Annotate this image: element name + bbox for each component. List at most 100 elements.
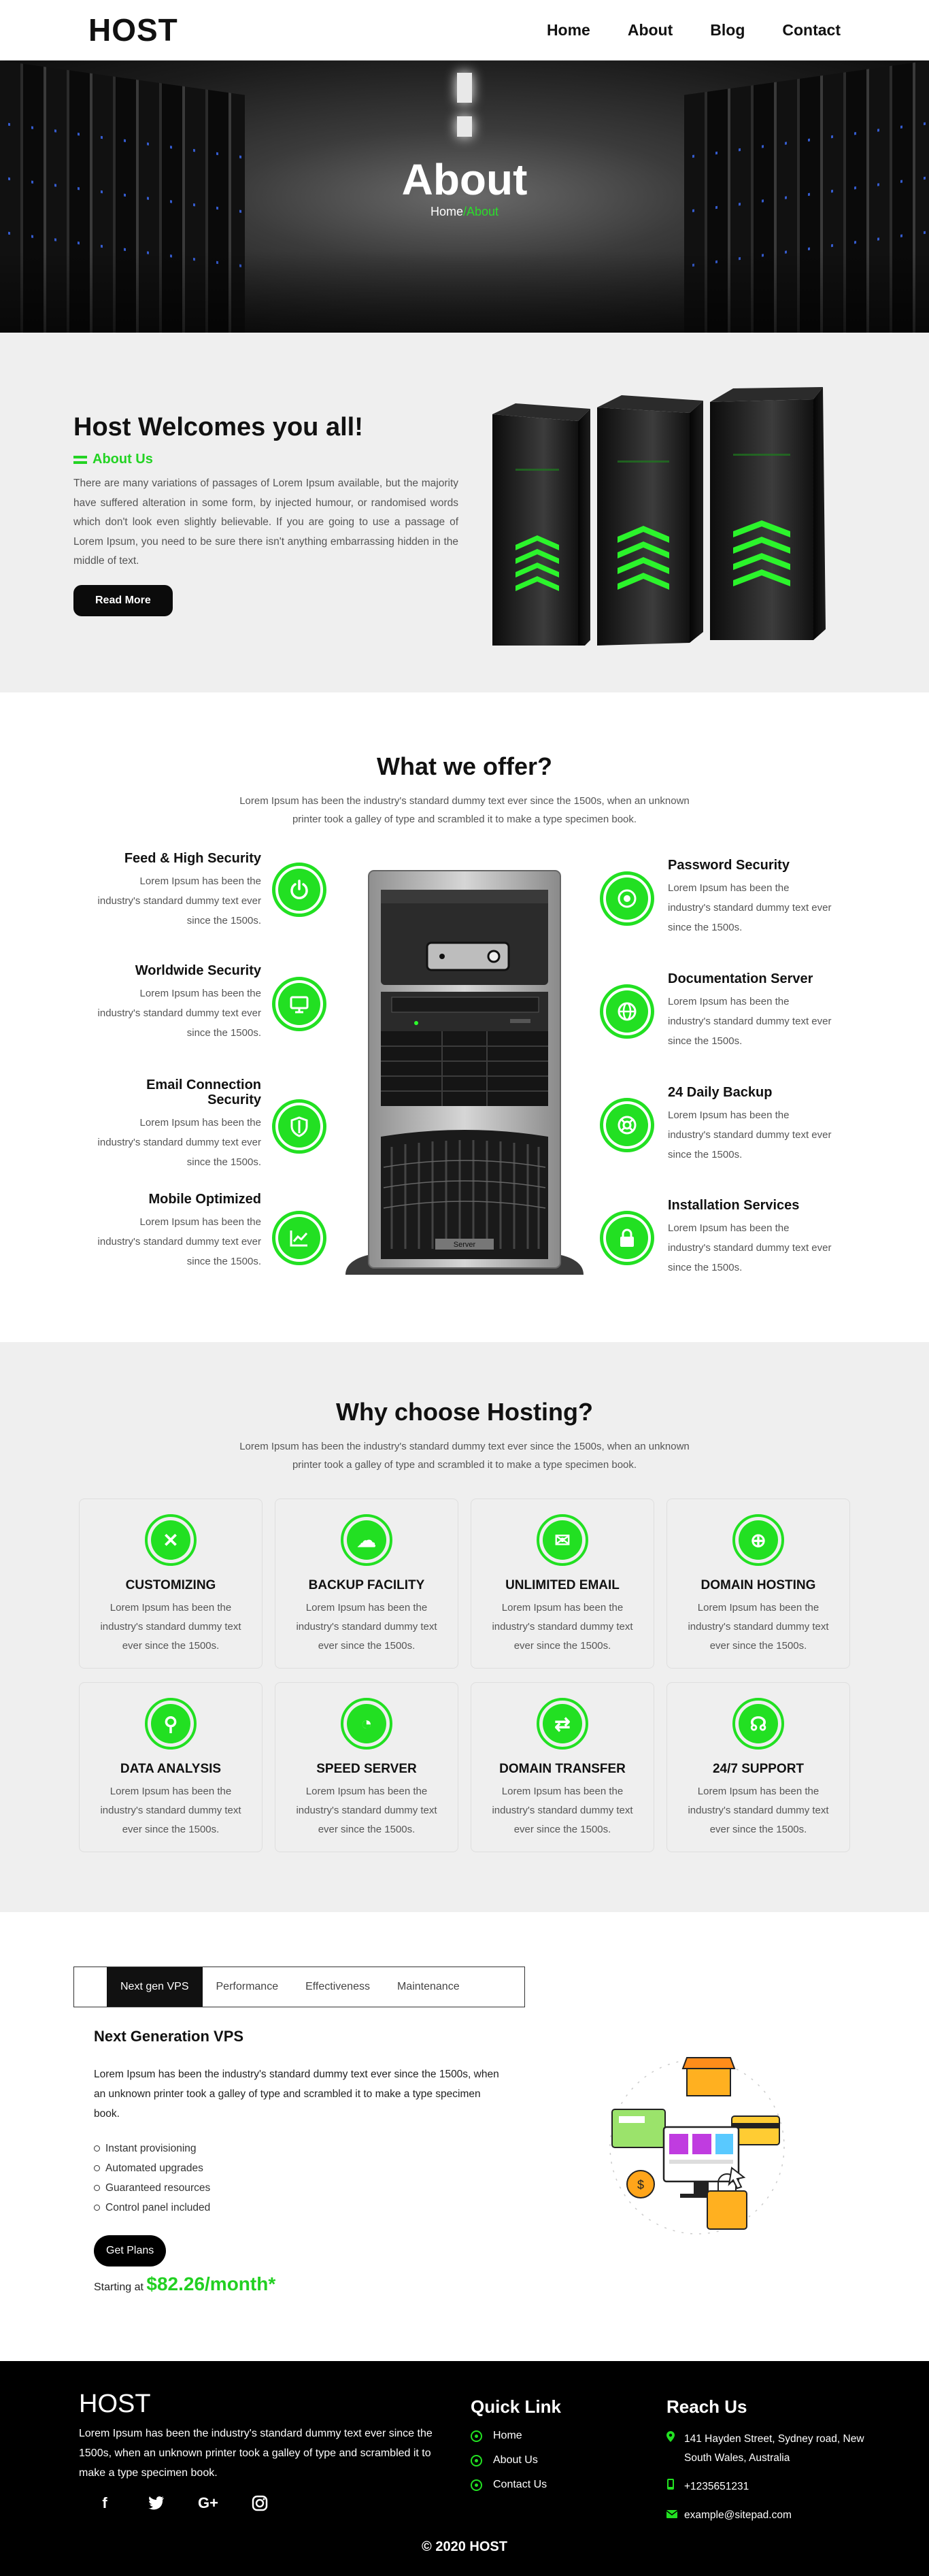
feature-text: Lorem Ipsum has been the industry's stan… [97,1117,261,1168]
google-plus-icon[interactable]: G+ [198,2494,218,2513]
target-icon [600,871,654,926]
nav-blog-link[interactable]: Blog [710,21,745,39]
service-card: ✕ CUSTOMIZING Lorem Ipsum has been the ind… [79,1499,263,1669]
address-text: 141 Hayden Street, Sydney road, New Sout… [684,2433,864,2464]
feature-title: Worldwide Security [135,963,261,978]
social-links: f G+ [95,2494,269,2513]
phone-row: +1235651231 [666,2477,868,2496]
map-pin-icon [666,2430,676,2468]
service-card: ☊ 24/7 SUPPORT Lorem Ipsum has been the in… [666,1682,850,1852]
hero-banner: About Home/About [0,61,929,333]
speedometer-icon: ◔ [341,1698,392,1750]
list-item: Control panel included [94,2198,502,2218]
tab-next-gen-vps[interactable]: Next gen VPS [107,1967,203,2007]
circle-dot-icon [471,2430,482,2442]
email-text[interactable]: example@sitepad.com [684,2506,792,2525]
offer-description: Lorem Ipsum has been the industry's stan… [239,795,690,825]
circle-bullet-icon [94,2205,100,2211]
twitter-icon[interactable] [147,2494,166,2513]
starting-at-label: Starting at [94,2281,143,2293]
service-card: ⚲ DATA ANALYSIS Lorem Ipsum has been the i… [79,1682,263,1852]
ceiling-light [457,73,472,103]
service-card-title: 24/7 SUPPORT [712,1762,805,1776]
price-line: Starting at $82.26/month* [94,2273,502,2295]
feature-title: Documentation Server [668,971,813,986]
feature-item: Feed & High Security Lorem Ipsum has bee… [8,851,261,931]
tab-maintenance[interactable]: Maintenance [384,1967,473,2007]
feature-text: Lorem Ipsum has been the industry's stan… [668,1109,832,1160]
main-nav: Home About Blog Contact [547,21,841,39]
feature-title: 24 Daily Backup [668,1085,773,1100]
feature-title: Password Security [668,858,790,873]
tab-effectiveness[interactable]: Effectiveness [292,1967,384,2007]
instagram-icon[interactable] [250,2494,269,2513]
quick-link-about[interactable]: About Us [471,2454,561,2466]
site-logo[interactable]: HOST [88,12,178,48]
lifebuoy-icon [600,1098,654,1152]
list-item: Instant provisioning [94,2139,502,2158]
phone-text[interactable]: +1235651231 [684,2477,749,2496]
magnifier-icon: ⚲ [145,1698,197,1750]
vps-tabs: Next gen VPS Performance Effectiveness M… [73,1967,525,2007]
nav-about-link[interactable]: About [628,21,673,39]
breadcrumb-home-link[interactable]: Home [430,205,463,218]
feature-item: Mobile Optimized Lorem Ipsum has been th… [8,1192,261,1271]
quick-link-home[interactable]: Home [471,2430,561,2442]
feature-title: Email Connection Security [146,1077,261,1107]
circle-bullet-icon [94,2145,100,2152]
service-card-title: DOMAIN HOSTING [700,1578,816,1592]
headset-icon: ☊ [732,1698,784,1750]
nav-home-link[interactable]: Home [547,21,590,39]
feature-text: Lorem Ipsum has been the industry's stan… [668,882,832,933]
service-card-text: Lorem Ipsum has been the industry's stan… [492,1786,633,1835]
service-card-text: Lorem Ipsum has been the industry's stan… [688,1602,829,1652]
monitor-icon [272,977,326,1031]
facebook-icon[interactable]: f [95,2494,114,2513]
get-plans-button[interactable]: Get Plans [94,2235,167,2266]
feature-text: Lorem Ipsum has been the industry's stan… [97,1216,261,1267]
server-label: Server [454,1241,476,1249]
vps-text: Lorem Ipsum has been the industry's stan… [94,2069,499,2120]
reach-us-title: Reach Us [666,2396,747,2417]
service-card-title: SPEED SERVER [316,1762,417,1776]
quick-links-title: Quick Link [471,2396,561,2417]
price-value: $82.26/month* [146,2273,276,2294]
feature-item: Worldwide Security Lorem Ipsum has been … [8,963,261,1043]
service-card-title: CUSTOMIZING [125,1578,216,1592]
read-more-button[interactable]: Read More [73,584,173,616]
footer-logo[interactable]: HOST [79,2390,151,2419]
service-card-title: DOMAIN TRANSFER [499,1762,626,1776]
server-towers-image [488,387,832,652]
why-description: Lorem Ipsum has been the industry's stan… [239,1441,690,1471]
feature-text: Lorem Ipsum has been the industry's stan… [97,875,261,926]
feature-item: Password Security Lorem Ipsum has been t… [668,858,921,937]
globe-icon [600,984,654,1039]
service-card-text: Lorem Ipsum has been the industry's stan… [100,1786,241,1835]
envelope-icon: ✉ [537,1514,588,1566]
welcome-title: Host Welcomes you all! [73,413,363,441]
page-title: About [401,155,528,204]
why-section: Why choose Hosting? Lorem Ipsum has been… [0,1342,929,1912]
online-shop-illustration: $ [598,2048,796,2245]
feature-text: Lorem Ipsum has been the industry's stan… [668,996,832,1047]
circle-dot-icon [471,2454,482,2466]
footer-description: Lorem Ipsum has been the industry's stan… [79,2428,433,2479]
service-card-text: Lorem Ipsum has been the industry's stan… [100,1602,241,1652]
vps-tab-content: Next Generation VPS Lorem Ipsum has been… [94,2028,502,2295]
service-card: ⊕ DOMAIN HOSTING Lorem Ipsum has been the … [666,1499,850,1669]
feature-text: Lorem Ipsum has been the industry's stan… [97,988,261,1039]
feature-cards-grid: ✕ CUSTOMIZING Lorem Ipsum has been the ind… [79,1499,850,1852]
email-row: example@sitepad.com [666,2506,868,2525]
double-dash-icon [73,455,87,464]
chart-icon [272,1211,326,1265]
service-card-text: Lorem Ipsum has been the industry's stan… [296,1786,437,1835]
nav-contact-link[interactable]: Contact [782,21,841,39]
service-card: ◔ SPEED SERVER Lorem Ipsum has been the in… [275,1682,458,1852]
why-title: Why choose Hosting? [336,1398,593,1426]
service-card-text: Lorem Ipsum has been the industry's stan… [688,1786,829,1835]
quick-link-contact[interactable]: Contact Us [471,2479,561,2491]
transfer-icon: ⇄ [537,1698,588,1750]
tab-performance[interactable]: Performance [203,1967,292,2007]
service-card-title: DATA ANALYSIS [120,1762,222,1776]
vps-section: Next gen VPS Performance Effectiveness M… [0,1912,929,2361]
